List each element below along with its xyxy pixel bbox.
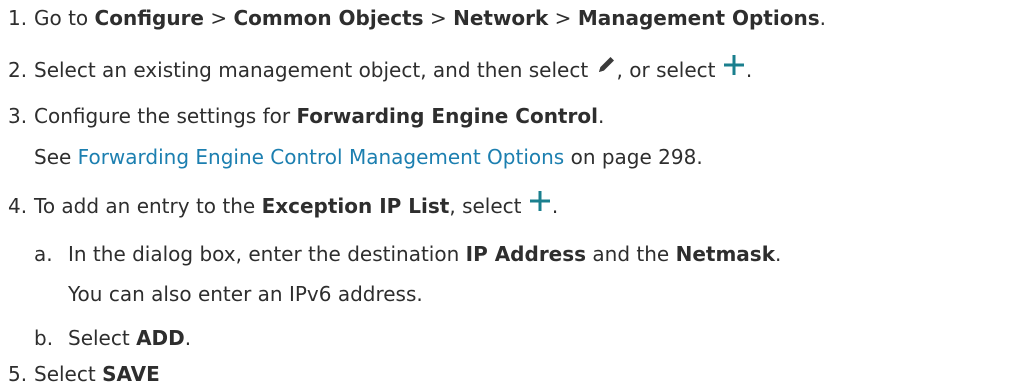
punctuation: . — [184, 326, 192, 350]
forwarding-engine-control-link[interactable]: Forwarding Engine Control Management Opt… — [78, 145, 565, 169]
step-number: 1. — [8, 6, 28, 30]
nav-common-objects: Common Objects — [233, 6, 424, 30]
separator: > — [204, 6, 234, 30]
step-text: Configure the settings for — [34, 104, 297, 128]
step-text: Select — [68, 326, 137, 350]
step-3: 3. Configure the settings for Forwarding … — [0, 102, 604, 130]
nav-configure: Configure — [94, 6, 204, 30]
note-text: You can also enter an IPv6 address. — [68, 282, 423, 306]
procedure-document: 1. Go to Configure > Common Objects > Net… — [0, 0, 1021, 389]
step-1: 1. Go to Configure > Common Objects > Net… — [0, 4, 826, 32]
step-text: Go to — [34, 6, 95, 30]
sub-step-label: b. — [34, 326, 54, 350]
nav-network: Network — [453, 6, 549, 30]
punctuation: . — [551, 194, 559, 218]
step-text: , or select — [616, 58, 722, 82]
ip-address-term: IP Address — [465, 242, 587, 266]
sub-step-a: a. In the dialog box, enter the destinati… — [34, 240, 781, 268]
netmask-term: Netmask — [675, 242, 775, 266]
see-prefix: See — [34, 145, 78, 169]
sub-step-label: a. — [34, 242, 53, 266]
separator: > — [548, 6, 578, 30]
step-number: 4. — [8, 194, 28, 218]
step-2: 2. Select an existing management object, … — [0, 53, 753, 84]
step-text: and the — [586, 242, 676, 266]
plus-icon — [528, 189, 552, 220]
sub-step-a-note: You can also enter an IPv6 address. — [68, 280, 423, 308]
see-reference: See Forwarding Engine Control Management… — [34, 143, 703, 171]
step-text: Select — [34, 362, 103, 386]
pencil-icon — [595, 54, 617, 83]
separator: > — [423, 6, 454, 30]
sub-step-b: b. Select ADD. — [34, 324, 191, 352]
step-5: 5. Select SAVE — [0, 360, 160, 388]
see-suffix: on page 298. — [564, 145, 703, 169]
step-number: 2. — [8, 58, 28, 82]
nav-management-options: Management Options — [577, 6, 820, 30]
plus-icon — [722, 53, 746, 84]
punctuation: . — [819, 6, 826, 30]
add-term: ADD — [136, 326, 185, 350]
step-text: Select an existing management object, an… — [34, 58, 595, 82]
step-text: To add an entry to the — [34, 194, 262, 218]
step-number: 3. — [8, 104, 28, 128]
step-text: , select — [449, 194, 528, 218]
step-text: In the dialog box, enter the destination — [68, 242, 466, 266]
step-4: 4. To add an entry to the Exception IP Li… — [0, 189, 559, 220]
punctuation: . — [745, 58, 753, 82]
punctuation: . — [597, 104, 605, 128]
exception-ip-list: Exception IP List — [261, 194, 450, 218]
save-term: SAVE — [102, 362, 160, 386]
forwarding-engine-control: Forwarding Engine Control — [296, 104, 598, 128]
punctuation: . — [775, 242, 782, 266]
step-number: 5. — [8, 362, 28, 386]
